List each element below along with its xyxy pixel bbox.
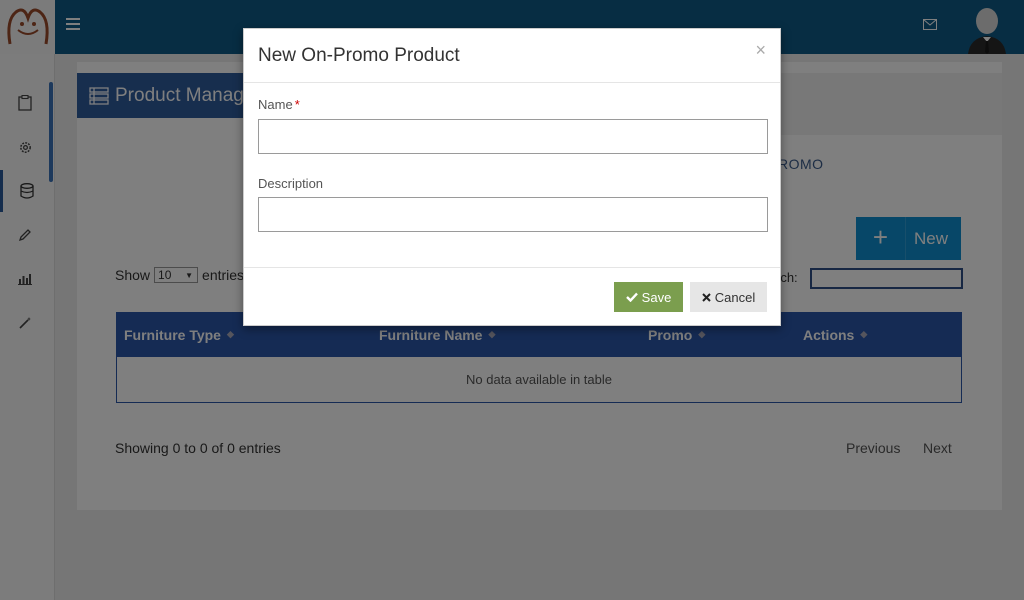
close-icon[interactable]: × bbox=[755, 41, 766, 59]
description-field[interactable] bbox=[258, 197, 768, 232]
check-icon bbox=[625, 292, 638, 302]
modal-title: New On-Promo Product bbox=[258, 45, 460, 66]
new-promo-product-modal: New On-Promo Product × Name * Description… bbox=[243, 28, 781, 326]
name-label: Name * bbox=[258, 97, 300, 112]
name-field[interactable] bbox=[258, 119, 768, 154]
description-label: Description bbox=[258, 176, 324, 191]
close-icon bbox=[702, 292, 711, 302]
modal-header: New On-Promo Product × bbox=[244, 29, 780, 83]
modal-footer: Save Cancel bbox=[244, 267, 780, 325]
cancel-button[interactable]: Cancel bbox=[690, 282, 767, 312]
save-button[interactable]: Save bbox=[614, 282, 683, 312]
cancel-button-label: Cancel bbox=[714, 289, 756, 305]
required-mark: * bbox=[294, 97, 300, 112]
save-button-label: Save bbox=[641, 289, 672, 305]
